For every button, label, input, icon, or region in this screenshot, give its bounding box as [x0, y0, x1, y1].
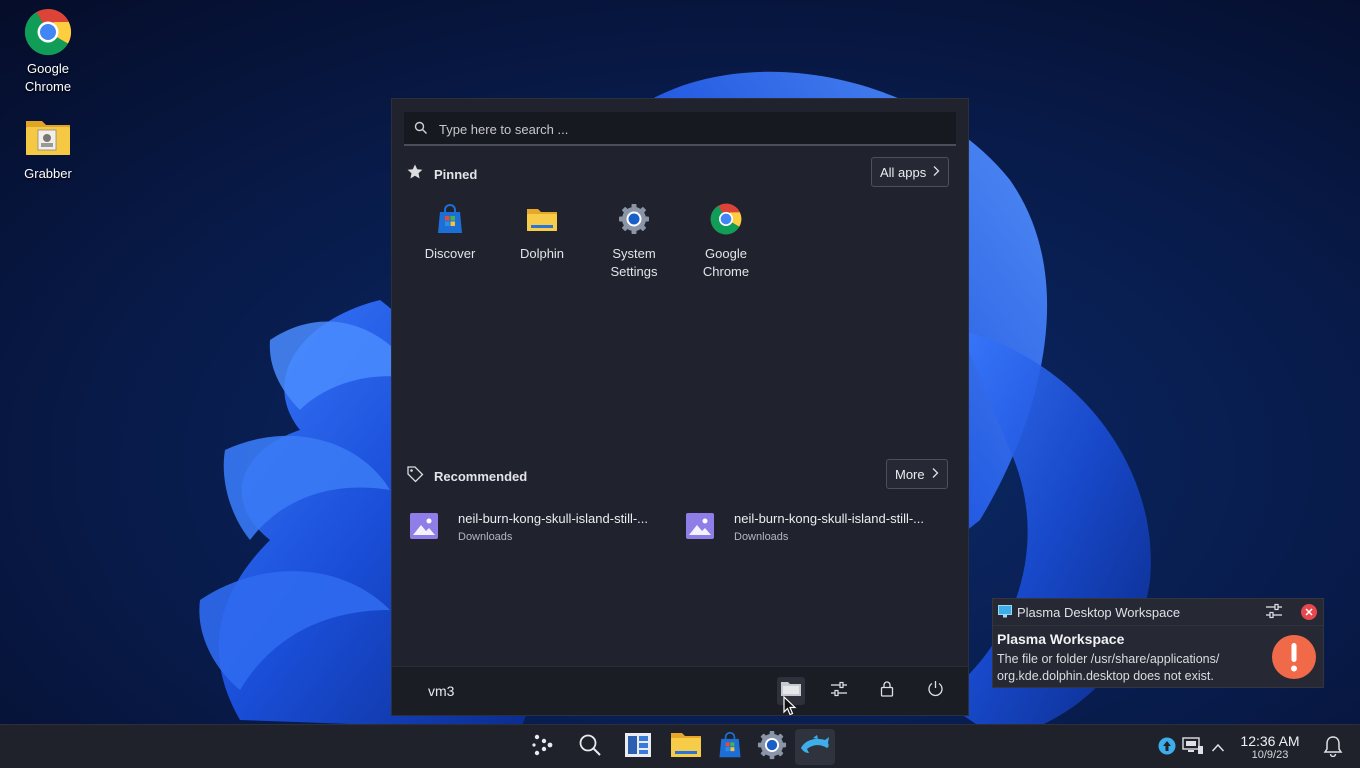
recommended-item[interactable]: neil-burn-kong-skull-island-still-... Do…: [682, 507, 952, 547]
sliders-icon: [830, 681, 848, 702]
warning-icon: [1271, 634, 1317, 685]
taskbar-app-launcher[interactable]: [522, 729, 562, 765]
more-button[interactable]: More: [886, 459, 948, 489]
chrome-icon: [710, 203, 742, 235]
notification-body: The file or folder /usr/share/applicatio…: [997, 651, 1257, 685]
taskbar-dolphin[interactable]: [666, 729, 706, 765]
chevron-right-icon: [931, 467, 939, 482]
taskbar-dolphin-app[interactable]: [795, 729, 835, 765]
user-name[interactable]: vm3: [428, 683, 454, 699]
more-label: More: [895, 466, 925, 482]
clock-time: 12:36 AM: [1240, 733, 1300, 749]
launcher-search-box[interactable]: [404, 112, 956, 146]
search-icon: [414, 121, 428, 140]
notification-app-name: Plasma Desktop Workspace: [1017, 605, 1181, 620]
search-icon: [578, 733, 602, 762]
notification-settings-icon[interactable]: [1265, 603, 1283, 624]
recommended-item[interactable]: neil-burn-kong-skull-island-still-... Do…: [406, 507, 676, 547]
recommended-item-location: Downloads: [734, 531, 789, 543]
notification-header: Plasma Desktop Workspace: [993, 599, 1323, 626]
lock-icon: [880, 680, 894, 702]
pinned-app-discover[interactable]: Discover: [404, 203, 496, 263]
taskbar: 12:36 AM 10/9/23: [0, 724, 1360, 768]
taskbar-system-settings[interactable]: [752, 729, 792, 765]
clock-date: 10/9/23: [1251, 749, 1289, 761]
recommended-label: Recommended: [434, 469, 528, 484]
power-icon: [927, 680, 944, 702]
tag-icon: [406, 465, 424, 488]
pinned-app-label: Discover: [424, 246, 476, 261]
recommended-item-location: Downloads: [458, 531, 513, 543]
app-launcher-icon: [529, 732, 555, 763]
task-view-icon: [624, 732, 652, 763]
desktop-icon-chrome[interactable]: Google Chrome: [3, 8, 93, 96]
taskbar-discover[interactable]: [710, 729, 750, 765]
image-file-icon: [686, 513, 714, 544]
system-settings-icon: [618, 203, 650, 235]
mouse-cursor-icon: [783, 696, 797, 716]
taskbar-task-view[interactable]: [618, 729, 658, 765]
recommended-header: Recommended: [406, 465, 527, 488]
notifications-bell-icon[interactable]: [1323, 735, 1343, 762]
recommended-item-name: neil-burn-kong-skull-island-still-...: [734, 511, 925, 526]
discover-icon: [434, 203, 466, 235]
all-apps-label: All apps: [880, 164, 927, 180]
application-launcher-menu: Pinned All apps Discover: [391, 98, 969, 716]
notification-body-line: The file or folder /usr/share/applicatio…: [997, 652, 1220, 666]
dolphin-app-icon: [799, 734, 831, 761]
notification-body-line: org.kde.dolphin.desktop does not exist.: [997, 669, 1214, 683]
notification-title: Plasma Workspace: [997, 631, 1125, 647]
monitor-icon: [998, 605, 1012, 623]
folder-icon: [24, 113, 72, 161]
recommended-item-name: neil-burn-kong-skull-island-still-...: [458, 511, 649, 526]
pinned-app-label: Google Chrome: [702, 246, 750, 279]
pinned-app-google-chrome[interactable]: Google Chrome: [680, 203, 772, 281]
settings-button[interactable]: [825, 677, 853, 705]
pinned-label: Pinned: [434, 167, 478, 182]
dolphin-icon: [670, 731, 702, 764]
pinned-app-label: Dolphin: [519, 246, 565, 261]
notification-popup[interactable]: Plasma Desktop Workspace Plasma Workspac…: [992, 598, 1324, 688]
network-display-icon[interactable]: [1182, 737, 1204, 760]
lock-button[interactable]: [873, 677, 901, 705]
star-icon: [406, 163, 424, 186]
desktop-icon-label: Grabber: [24, 166, 72, 181]
pinned-app-system-settings[interactable]: System Settings: [588, 203, 680, 281]
discover-icon: [716, 731, 744, 764]
search-input[interactable]: [437, 118, 941, 140]
taskbar-clock[interactable]: 12:36 AM 10/9/23: [1232, 733, 1308, 762]
chrome-icon: [24, 8, 72, 56]
chevron-right-icon: [932, 165, 940, 180]
update-notifier-icon[interactable]: [1158, 737, 1176, 760]
dolphin-icon: [526, 203, 558, 235]
close-icon[interactable]: [1300, 603, 1318, 626]
system-settings-icon: [757, 730, 787, 765]
pinned-header: Pinned: [406, 163, 477, 186]
image-file-icon: [410, 513, 438, 544]
pinned-app-dolphin[interactable]: Dolphin: [496, 203, 588, 263]
chevron-up-icon[interactable]: [1211, 740, 1225, 758]
desktop-icon-grabber[interactable]: Grabber: [3, 113, 93, 183]
power-button[interactable]: [921, 677, 949, 705]
pinned-app-label: System Settings: [610, 246, 658, 279]
taskbar-search[interactable]: [570, 729, 610, 765]
launcher-footer: vm3: [392, 666, 968, 715]
desktop-icon-label: Google Chrome: [24, 61, 72, 94]
all-apps-button[interactable]: All apps: [871, 157, 950, 187]
